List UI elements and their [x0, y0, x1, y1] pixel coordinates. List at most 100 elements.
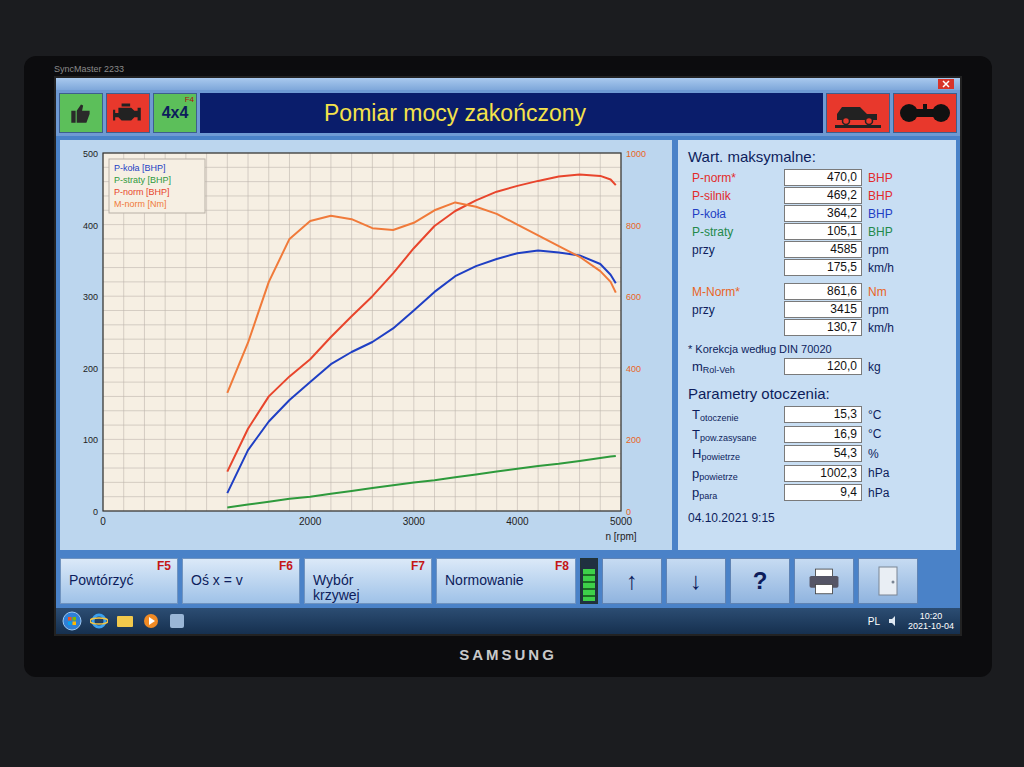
- grid-line: [103, 382, 621, 383]
- chart-series: [227, 250, 616, 493]
- value-field: 469,2: [784, 187, 862, 204]
- language-indicator[interactable]: PL: [868, 614, 880, 629]
- svg-part: [63, 612, 81, 630]
- tool-button[interactable]: [858, 558, 918, 604]
- value-field: 15,3: [784, 406, 862, 423]
- value-unit: BHP: [868, 187, 946, 205]
- app-icon[interactable]: [168, 612, 186, 630]
- grid-line: [455, 153, 456, 511]
- value-unit: km/h: [868, 319, 946, 337]
- function-key-button[interactable]: F8Normowanie: [436, 558, 576, 604]
- y2-tick: 600: [626, 292, 641, 302]
- svg-part: [68, 622, 72, 626]
- hotkey-label: F8: [555, 560, 569, 573]
- symbol: p: [692, 485, 699, 500]
- status-box[interactable]: 4x4F4: [153, 93, 197, 133]
- grid-line: [103, 496, 621, 497]
- value-row: Tpow.zasysane16,9°C: [688, 425, 946, 445]
- folder-icon[interactable]: [116, 612, 134, 630]
- grid-line: [268, 153, 269, 511]
- value-label: P-silnik: [688, 187, 784, 205]
- value-row: 130,7 km/h: [688, 319, 946, 337]
- value-field: 120,0: [784, 358, 862, 375]
- screen: 4x4F4Pomiar mocy zakończony0200030004000…: [54, 76, 962, 636]
- status-box[interactable]: [893, 93, 957, 133]
- x-axis-title: n [rpm]: [605, 531, 636, 542]
- close-icon[interactable]: [938, 79, 954, 89]
- value-field: 54,3: [784, 445, 862, 462]
- value-label: przy: [688, 301, 784, 319]
- chart-series: [227, 202, 616, 393]
- legend-item: P-koła [BHP]: [114, 163, 166, 173]
- tool-button[interactable]: ↑: [602, 558, 662, 604]
- ambient-heading: Parametry otoczenia:: [688, 383, 946, 406]
- start-orb-icon[interactable]: [62, 611, 82, 631]
- value-field: 130,7: [784, 319, 862, 336]
- svg-part: [117, 616, 133, 627]
- function-key-button[interactable]: F7Wybór krzywej: [304, 558, 432, 604]
- max-values-heading: Wart. maksymalne:: [688, 146, 946, 169]
- window-title: Pomiar mocy zakończony: [200, 93, 823, 133]
- svg-part: [835, 125, 881, 128]
- hotkey-label: F6: [279, 560, 293, 573]
- tool-button[interactable]: ?: [730, 558, 790, 604]
- tool-button[interactable]: ↓: [666, 558, 726, 604]
- value-unit: rpm: [868, 301, 946, 319]
- system-tray: PL 10:202021-10-04: [868, 611, 954, 631]
- x-tick: 0: [100, 516, 106, 527]
- grid-line: [413, 153, 414, 511]
- subscript: powietrze: [699, 472, 738, 482]
- value-row: P-straty105,1BHP: [688, 223, 946, 241]
- value-field: 3415: [784, 301, 862, 318]
- value-label: P-norm*: [688, 169, 784, 187]
- legend-item: M-norm [Nm]: [114, 199, 167, 209]
- chart-panel: 02000300040005000n [rpm]0100200300400500…: [60, 140, 672, 550]
- clock[interactable]: 10:202021-10-04: [908, 611, 954, 631]
- value-unit: BHP: [868, 223, 946, 241]
- value-label: Totoczenie: [688, 405, 784, 425]
- tool-button[interactable]: [794, 558, 854, 604]
- function-key-button[interactable]: F6Oś x = v: [182, 558, 300, 604]
- value-unit: Nm: [868, 283, 946, 301]
- y-tick: 500: [83, 149, 98, 159]
- dyno-car-icon: [833, 97, 883, 129]
- grid-line: [330, 153, 331, 511]
- x-tick: 2000: [299, 516, 322, 527]
- grid-line: [103, 353, 621, 354]
- plot-frame: [103, 153, 621, 511]
- subscript: otoczenie: [700, 413, 739, 423]
- value-label: ppowietrze: [688, 464, 784, 484]
- value-label: P-koła: [688, 205, 784, 223]
- thumbs-up-icon: [67, 99, 95, 127]
- grid-line: [103, 482, 621, 483]
- chart-series: [227, 456, 616, 508]
- svg-part: [932, 104, 950, 122]
- clock-date: 2021-10-04: [908, 621, 954, 631]
- button-label: Powtórzyć: [69, 573, 171, 588]
- hotkey-label: F5: [157, 560, 171, 573]
- media-player-icon[interactable]: [142, 612, 160, 630]
- svg-part: [816, 584, 833, 593]
- value-unit: hPa: [868, 464, 946, 482]
- series-line: [227, 175, 616, 472]
- internet-explorer-icon[interactable]: [90, 612, 108, 630]
- status-box[interactable]: [59, 93, 103, 133]
- grid-line: [206, 153, 207, 511]
- value-unit: rpm: [868, 241, 946, 259]
- y2-tick: 400: [626, 364, 641, 374]
- status-box[interactable]: [106, 93, 150, 133]
- grid-line: [103, 310, 621, 311]
- value-label: mRol-Veh: [688, 357, 784, 377]
- button-label: Wybór krzywej: [313, 573, 377, 603]
- svg-part: [144, 614, 158, 628]
- y-tick: 100: [83, 435, 98, 445]
- svg-part: [889, 616, 895, 626]
- function-key-button[interactable]: F5Powtórzyć: [60, 558, 178, 604]
- value-row: P-norm*470,0BHP: [688, 169, 946, 187]
- value-row: M-Norm*861,6Nm: [688, 283, 946, 301]
- svg-part: [923, 104, 927, 117]
- status-box[interactable]: [826, 93, 890, 133]
- button-glyph: ↓: [690, 563, 702, 599]
- button-label: Oś x = v: [191, 573, 293, 588]
- subscript: pow.zasysane: [700, 433, 757, 443]
